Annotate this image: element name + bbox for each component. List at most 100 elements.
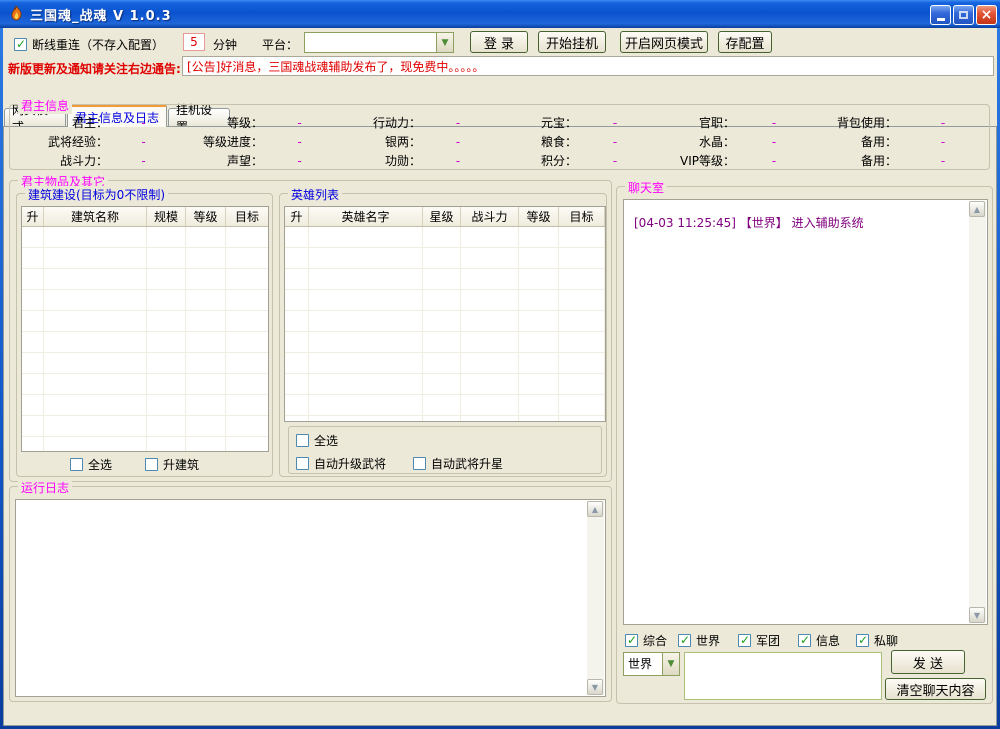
table-cell xyxy=(309,374,423,395)
minutes-input[interactable]: 5 xyxy=(183,33,205,51)
chat-channel-checkbox-3[interactable]: ✓军团 xyxy=(738,632,780,649)
reconnect-checkbox[interactable]: ✓ 断线重连（不存入配置） xyxy=(14,36,164,53)
run-log-content xyxy=(16,500,605,508)
table-row[interactable] xyxy=(285,269,605,290)
column-header[interactable]: 等级 xyxy=(186,207,226,226)
table-cell xyxy=(147,416,186,437)
title-bar: 三国魂_战魂 V 1.0.3 × xyxy=(0,0,1000,28)
run-log-group: 运行日志 ▲ ▼ xyxy=(9,486,612,702)
table-cell xyxy=(559,311,605,332)
field-label: 水晶： xyxy=(649,133,739,150)
open-web-mode-button[interactable]: 开启网页模式 xyxy=(620,31,708,53)
table-cell xyxy=(461,290,519,311)
chevron-down-icon[interactable]: ▼ xyxy=(436,33,453,52)
lord-items-group: 君主物品及其它 建筑建设(目标为0不限制) 升建筑名称规模等级目标 ✓ 全选 ✓… xyxy=(9,180,612,482)
table-cell xyxy=(44,311,147,332)
table-row[interactable] xyxy=(22,332,268,353)
chat-group: 聊天室 [04-03 11:25:45] 【世界】 进入辅助系统 ▲ ▼ ✓综合… xyxy=(616,186,993,704)
column-header[interactable]: 等级 xyxy=(519,207,559,226)
column-header[interactable]: 目标 xyxy=(226,207,269,226)
upgrade-building-checkbox[interactable]: ✓ 升建筑 xyxy=(145,456,199,473)
close-button[interactable]: × xyxy=(976,5,997,25)
table-cell xyxy=(22,290,44,311)
table-row[interactable] xyxy=(22,353,268,374)
table-cell xyxy=(309,248,423,269)
table-cell xyxy=(519,416,559,422)
save-config-button[interactable]: 存配置 xyxy=(718,31,772,53)
chevron-down-icon[interactable]: ▼ xyxy=(662,653,679,675)
checkbox-icon: ✓ xyxy=(14,38,27,51)
table-cell xyxy=(423,374,461,395)
chat-scrollbar[interactable]: ▲ ▼ xyxy=(969,201,986,623)
table-row[interactable] xyxy=(285,248,605,269)
scroll-down-icon[interactable]: ▼ xyxy=(587,679,603,695)
column-header[interactable]: 战斗力 xyxy=(461,207,519,226)
heroes-select-all-checkbox[interactable]: ✓ 全选 xyxy=(296,432,338,449)
minimize-button[interactable] xyxy=(930,5,951,25)
column-header[interactable]: 目标 xyxy=(559,207,605,226)
table-row[interactable] xyxy=(22,269,268,290)
table-cell xyxy=(226,395,269,416)
column-header[interactable]: 升 xyxy=(285,207,309,226)
start-hangup-button[interactable]: 开始挂机 xyxy=(538,31,606,53)
column-header[interactable]: 规模 xyxy=(147,207,186,226)
scroll-up-icon[interactable]: ▲ xyxy=(587,501,603,517)
table-cell xyxy=(309,311,423,332)
column-header[interactable]: 建筑名称 xyxy=(44,207,147,226)
lord-info-group-title: 君主信息 xyxy=(18,97,72,114)
checkbox-label: 信息 xyxy=(816,632,840,649)
auto-upgrade-hero-checkbox[interactable]: ✓ 自动升级武将 xyxy=(296,455,386,472)
table-row[interactable] xyxy=(22,395,268,416)
table-cell xyxy=(44,374,147,395)
chat-channel-checkbox-2[interactable]: ✓世界 xyxy=(678,632,720,649)
table-row[interactable] xyxy=(22,248,268,269)
clear-chat-button[interactable]: 清空聊天内容 xyxy=(885,678,986,700)
table-cell xyxy=(186,437,226,452)
table-row[interactable] xyxy=(22,290,268,311)
app-icon xyxy=(8,5,25,22)
table-cell xyxy=(559,353,605,374)
table-cell xyxy=(309,227,423,248)
table-cell xyxy=(559,416,605,422)
login-button[interactable]: 登 录 xyxy=(470,31,528,53)
table-row[interactable] xyxy=(285,374,605,395)
chat-channel-select[interactable]: 世界 ▼ xyxy=(623,652,680,676)
column-header[interactable]: 英雄名字 xyxy=(309,207,423,226)
checkbox-label: 全选 xyxy=(88,456,112,473)
column-header[interactable]: 升 xyxy=(22,207,44,226)
field-value: - xyxy=(739,135,809,149)
heroes-table: 升英雄名字星级战斗力等级目标 xyxy=(284,206,606,422)
field-label: 声望： xyxy=(175,152,267,169)
scroll-up-icon[interactable]: ▲ xyxy=(969,201,985,217)
run-log-scrollbar[interactable]: ▲ ▼ xyxy=(587,501,604,695)
table-row[interactable] xyxy=(22,311,268,332)
table-row[interactable] xyxy=(285,311,605,332)
auto-star-hero-checkbox[interactable]: ✓ 自动武将升星 xyxy=(413,455,503,472)
table-row[interactable] xyxy=(22,416,268,437)
chat-message-input[interactable] xyxy=(684,652,882,700)
table-row[interactable] xyxy=(285,395,605,416)
table-row[interactable] xyxy=(22,374,268,395)
table-row[interactable] xyxy=(285,290,605,311)
column-header[interactable]: 星级 xyxy=(423,207,461,226)
scroll-down-icon[interactable]: ▼ xyxy=(969,607,985,623)
table-cell xyxy=(186,290,226,311)
table-row[interactable] xyxy=(22,227,268,248)
table-cell xyxy=(186,395,226,416)
table-row[interactable] xyxy=(285,416,605,422)
chat-channel-checkbox-5[interactable]: ✓私聊 xyxy=(856,632,898,649)
table-cell xyxy=(186,332,226,353)
run-log-textarea[interactable]: ▲ ▼ xyxy=(15,499,606,697)
maximize-button[interactable] xyxy=(953,5,974,25)
chat-channel-checkbox-1[interactable]: ✓综合 xyxy=(625,632,667,649)
checkbox-icon: ✓ xyxy=(296,457,309,470)
chat-channel-checkbox-4[interactable]: ✓信息 xyxy=(798,632,840,649)
table-row[interactable] xyxy=(22,437,268,452)
table-row[interactable] xyxy=(285,332,605,353)
building-select-all-checkbox[interactable]: ✓ 全选 xyxy=(70,456,112,473)
send-button[interactable]: 发 送 xyxy=(891,650,965,674)
platform-select[interactable]: ▼ xyxy=(304,32,454,53)
table-row[interactable] xyxy=(285,353,605,374)
chat-log[interactable]: [04-03 11:25:45] 【世界】 进入辅助系统 ▲ ▼ xyxy=(623,199,988,625)
table-row[interactable] xyxy=(285,227,605,248)
